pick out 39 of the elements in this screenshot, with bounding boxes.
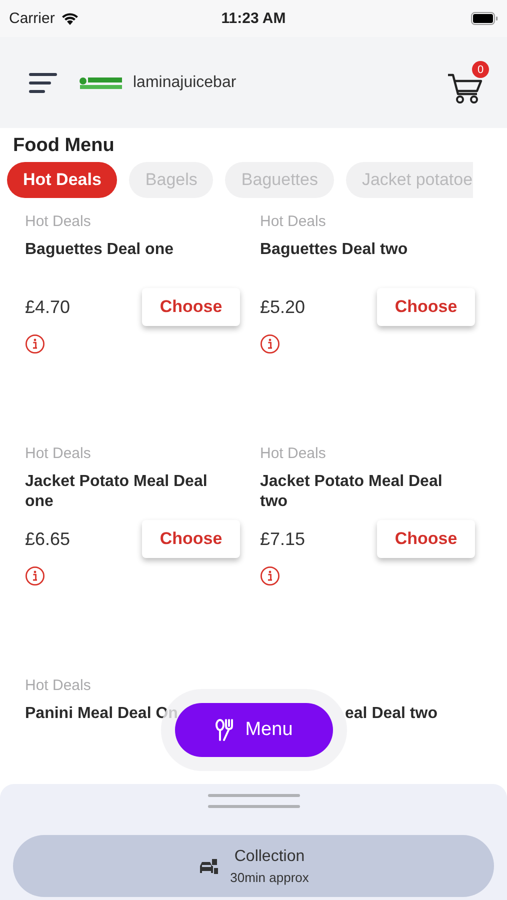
menu-icon[interactable] — [29, 72, 57, 94]
info-icon[interactable] — [260, 566, 280, 586]
choose-button[interactable]: Choose — [142, 288, 240, 326]
item-price: £4.70 — [25, 296, 70, 318]
cutlery-icon — [215, 719, 236, 741]
collection-label: Collection — [234, 848, 305, 866]
section-title: Food Menu — [12, 134, 116, 157]
logo-icon — [79, 76, 123, 90]
item-category: Hot Deals — [260, 445, 327, 464]
cart-button[interactable]: 0 — [447, 61, 489, 104]
wifi-icon — [60, 12, 79, 25]
item-name: Jacket Potato Meal Deal two — [260, 472, 444, 512]
choose-button[interactable]: Choose — [377, 288, 475, 326]
battery-icon — [470, 12, 498, 25]
item-price: £7.15 — [260, 528, 306, 550]
cart-count-badge: 0 — [472, 61, 489, 78]
item-name: Baguettes Deal one — [25, 240, 174, 260]
choose-button[interactable]: Choose — [377, 520, 475, 558]
item-name: eal Deal two — [345, 704, 438, 724]
eta-label: 30min approx — [230, 870, 309, 884]
status-time: 11:23 AM — [221, 10, 286, 27]
info-icon[interactable] — [25, 566, 45, 586]
choose-button[interactable]: Choose — [142, 520, 240, 558]
category-tab[interactable]: Hot Deals — [7, 162, 118, 198]
item-name: Baguettes Deal two — [260, 240, 409, 260]
item-price: £5.20 — [260, 296, 306, 318]
item-price: £6.65 — [25, 528, 70, 550]
info-icon[interactable] — [25, 334, 45, 354]
collection-button[interactable]: Collection 30min approx — [13, 835, 494, 897]
item-category: Hot Deals — [25, 445, 92, 464]
car-icon — [198, 857, 218, 875]
item-category: Hot Deals — [25, 677, 92, 696]
brand-name: laminajuicebar — [133, 74, 236, 92]
carrier-label: Carrier — [9, 10, 55, 27]
item-category: Hot Deals — [25, 213, 92, 232]
item-name: Jacket Potato Meal Deal one — [25, 472, 208, 512]
menu-button[interactable]: Menu — [175, 703, 333, 757]
info-icon[interactable] — [260, 334, 280, 354]
item-category: Hot Deals — [260, 213, 327, 232]
